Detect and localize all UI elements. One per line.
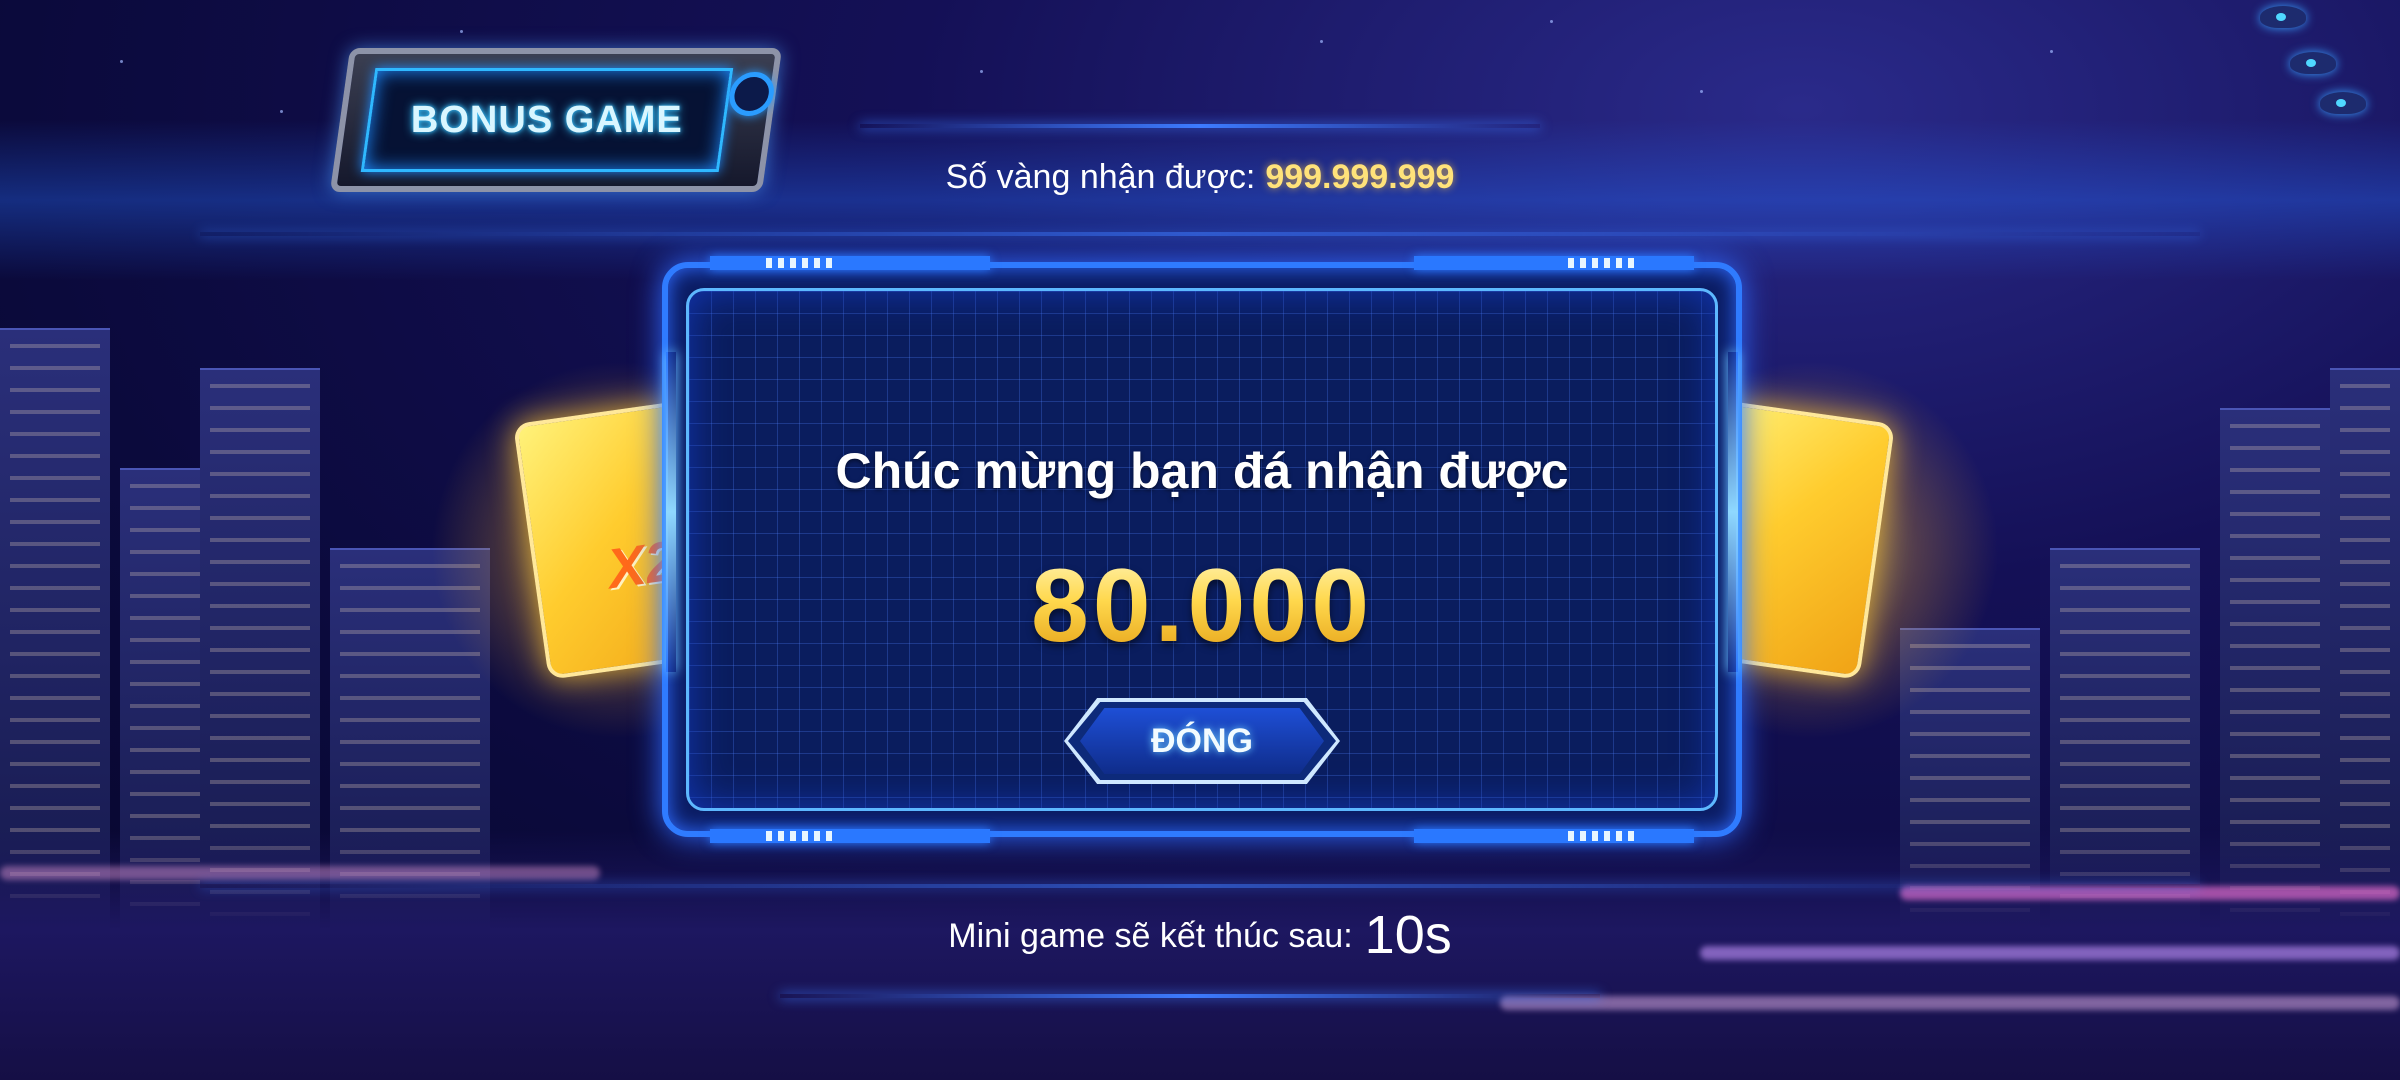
badge-knob-icon — [726, 72, 777, 116]
badge-title: BONUS GAME — [411, 98, 683, 141]
spaceship-icon — [2290, 52, 2336, 74]
frame-tab — [1414, 829, 1694, 843]
frame-tab — [1414, 256, 1694, 270]
congrats-message: Chúc mừng bạn đá nhận được — [835, 443, 1569, 499]
close-button-label: ĐÓNG — [1151, 721, 1253, 760]
light-trail — [1900, 886, 2400, 900]
badge-panel: BONUS GAME — [360, 68, 734, 172]
spaceship-icon — [2320, 92, 2366, 114]
gold-label: Số vàng nhận được: — [945, 158, 1256, 196]
frame-tab — [710, 829, 990, 843]
frame-tab — [710, 256, 990, 270]
divider-line — [200, 884, 2200, 888]
reward-amount: 80.000 — [662, 547, 1742, 666]
light-trail — [0, 866, 600, 880]
countdown: Mini game sẽ kết thúc sau: 10s — [0, 904, 2400, 966]
spaceship-icon — [2260, 6, 2306, 28]
reward-dialog: Chúc mừng bạn đá nhận được 80.000 ĐÓNG — [662, 256, 1742, 843]
gold-received: Số vàng nhận được: 999.999.999 — [0, 158, 2400, 197]
light-trail — [1500, 996, 2400, 1010]
divider-line — [780, 994, 1600, 998]
countdown-label: Mini game sẽ kết thúc sau: — [948, 917, 1353, 955]
divider-line — [860, 124, 1540, 128]
close-button[interactable]: ĐÓNG — [1064, 698, 1340, 784]
gold-value: 999.999.999 — [1265, 158, 1455, 196]
divider-line — [200, 232, 2200, 236]
countdown-value: 10s — [1364, 905, 1452, 965]
